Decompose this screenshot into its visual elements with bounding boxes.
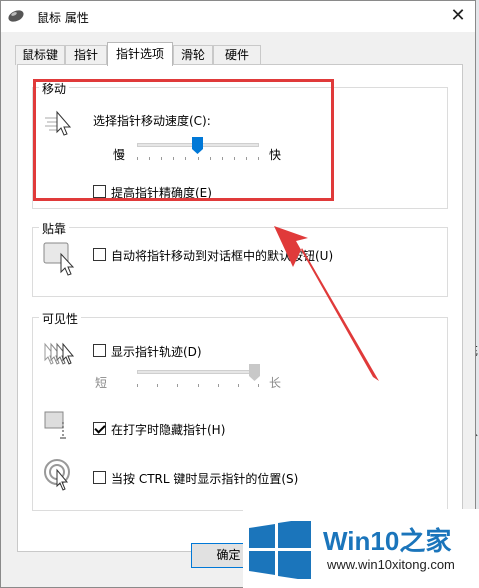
annotation-arrow <box>274 226 379 381</box>
watermark-title-win10: Win10 <box>323 526 400 556</box>
watermark-url: www.win10xitong.com <box>327 557 455 572</box>
tab-pointer-options[interactable]: 指针选项 <box>107 42 173 66</box>
watermark-title: Win10之家 <box>323 521 451 558</box>
watermark: Win10之家 www.win10xitong.com <box>243 509 479 588</box>
watermark-title-zhijia: 之家 <box>399 526 452 556</box>
windows-logo-icon <box>249 521 311 579</box>
